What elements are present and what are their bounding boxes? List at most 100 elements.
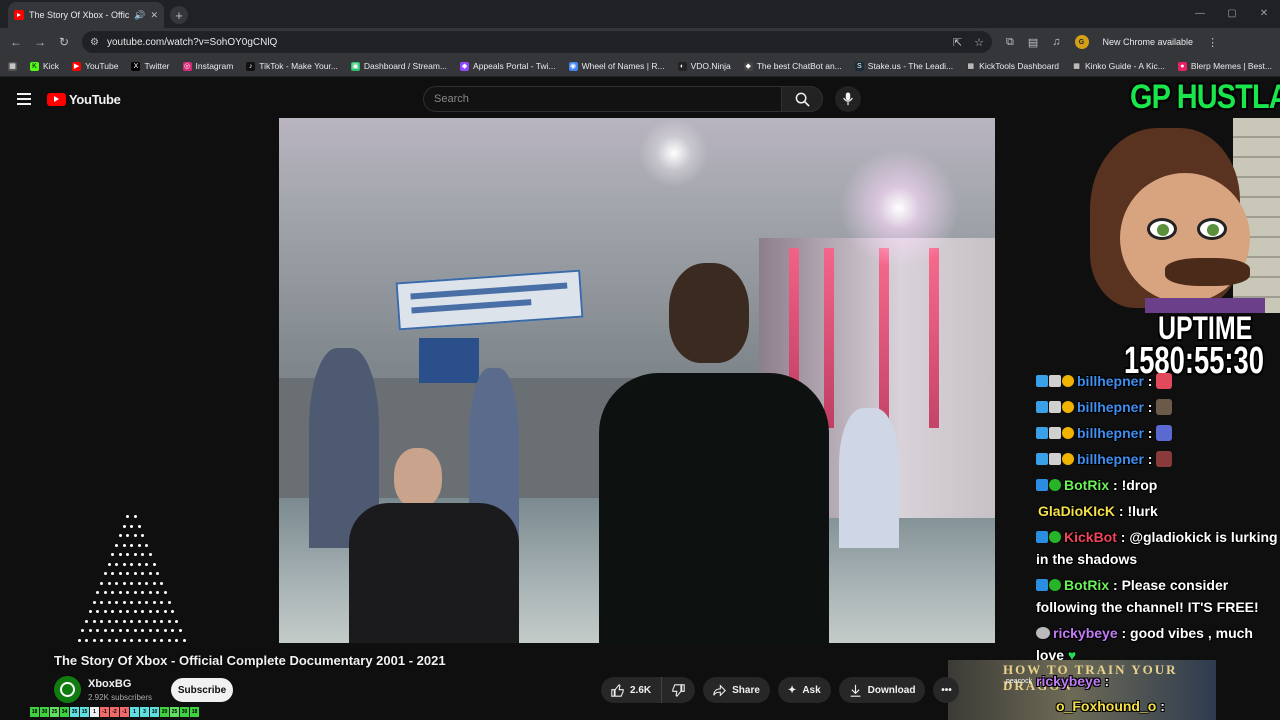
dot [145, 562, 148, 566]
dot [137, 581, 141, 585]
bookmark-label: Dashboard / Stream... [363, 61, 448, 71]
forward-icon[interactable]: → [30, 32, 50, 52]
voice-search-button[interactable] [835, 86, 861, 112]
menu-kebab-icon[interactable]: ⋮ [1207, 36, 1218, 49]
channel-name[interactable]: XboxBG [88, 678, 131, 690]
minimize-icon[interactable]: — [1184, 0, 1216, 26]
chat-message: GlaDioKIcK : !lurk [1036, 500, 1280, 522]
dot [137, 638, 141, 642]
bookmark-instagram[interactable]: ◎ Instagram [182, 61, 233, 71]
youtube-play-icon [47, 92, 66, 106]
bookmark-kicktools[interactable]: ▦ KickTools Dashboard [966, 61, 1059, 71]
search-input[interactable] [423, 86, 781, 112]
chat-text: : [1160, 698, 1165, 714]
dot [96, 610, 100, 613]
bookmark-stake[interactable]: S Stake.us - The Leadi... [854, 61, 953, 71]
dot [130, 581, 133, 585]
bookmark-chatbot[interactable]: ◆ The best ChatBot an... [743, 61, 842, 71]
dislike-button[interactable] [662, 677, 695, 703]
dot [126, 572, 130, 575]
like-count: 2.6K [630, 684, 652, 696]
reading-list-icon[interactable]: ▤ [1028, 36, 1038, 49]
url-text[interactable]: youtube.com/watch?v=SohOY0gCNlQ [107, 37, 945, 48]
dot [148, 610, 152, 613]
bookmark-kick[interactable]: K Kick [30, 61, 59, 71]
dot [100, 619, 103, 623]
reload-icon[interactable]: ↻ [54, 32, 74, 52]
dot [145, 600, 148, 604]
bookmark-vdo[interactable]: ◐ VDO.Ninja [677, 61, 731, 71]
close-window-icon[interactable]: ✕ [1248, 0, 1280, 26]
bookmark-star-icon[interactable]: ☆ [974, 36, 984, 49]
youtube-favicon-icon [14, 10, 24, 20]
profile-avatar[interactable]: G [1074, 35, 1089, 49]
hamburger-menu-icon[interactable] [17, 93, 31, 105]
verified-badge-icon [1049, 479, 1061, 491]
more-actions-button[interactable]: ••• [933, 677, 960, 703]
new-chrome-available[interactable]: New Chrome available [1103, 37, 1194, 47]
dot [152, 619, 156, 623]
miniplayer-brand: peacock [1006, 678, 1033, 685]
bookmark-dashboard[interactable]: ▣ Dashboard / Stream... [350, 61, 448, 71]
chat-text: : [1104, 673, 1110, 689]
bookmark-label: Blerp Memes | Best... [1190, 61, 1272, 71]
color-strip-cell: 25 [50, 707, 59, 717]
share-button[interactable]: Share [703, 677, 770, 703]
bookmark-wheel[interactable]: ◉ Wheel of Names | R... [568, 61, 665, 71]
media-controls-icon[interactable]: ♫ [1052, 36, 1060, 48]
cast-icon[interactable]: ⇱ [953, 36, 962, 49]
subscribe-button[interactable]: Subscribe [171, 678, 233, 702]
video-frame-person [839, 408, 899, 548]
cube-badge-icon [1036, 375, 1048, 387]
search-button[interactable] [781, 86, 823, 112]
new-tab-button[interactable]: + [170, 6, 188, 24]
dot [103, 629, 107, 632]
extensions-icon[interactable]: ⧉ [1006, 36, 1014, 49]
color-strip-cell: 34 [60, 707, 69, 717]
miniplayer-ad[interactable]: HOW TO TRAIN YOUR DRAGON peacock rickybe… [948, 660, 1216, 720]
chat-text: : !lurk [1118, 503, 1158, 519]
emote-icon [1156, 373, 1173, 389]
youtube-logo[interactable]: YouTube [47, 92, 121, 107]
back-icon[interactable]: ← [6, 32, 26, 52]
window-controls: — ▢ ✕ [1184, 0, 1280, 26]
dot [141, 629, 145, 632]
dot [122, 638, 126, 642]
download-button[interactable]: Download [838, 677, 926, 703]
bookmark-appeals[interactable]: ◆ Appeals Portal - Twi... [460, 61, 556, 71]
chat-text: : [1147, 451, 1153, 467]
dot [81, 629, 85, 632]
speaker-icon[interactable]: 🔊 [134, 10, 145, 21]
dot [133, 553, 137, 556]
maximize-icon[interactable]: ▢ [1216, 0, 1248, 26]
bookmark-tiktok[interactable]: ♪ TikTok - Make Your... [246, 61, 338, 71]
dot [118, 553, 122, 556]
bookmark-kinko[interactable]: ▦ Kinko Guide - A Kic... [1072, 61, 1165, 71]
verified-badge-icon [1049, 579, 1061, 591]
dot [133, 572, 137, 575]
moderator-badge-icon [1049, 375, 1061, 387]
like-dislike-group: 2.6K [601, 677, 696, 703]
dot [141, 610, 145, 613]
channel-avatar[interactable] [54, 676, 81, 703]
video-player[interactable] [279, 118, 995, 643]
bookmark-youtube[interactable]: ▶ YouTube [72, 61, 118, 71]
dot [126, 553, 130, 556]
dot [163, 629, 167, 632]
bookmark-blerp[interactable]: ● Blerp Memes | Best... [1177, 61, 1272, 71]
bookmark-twitter[interactable]: X Twitter [131, 61, 170, 71]
video-actions: 2.6K Share ✦ Ask Download ••• [601, 677, 960, 703]
dot [141, 553, 145, 556]
tab-youtube[interactable]: The Story Of Xbox - Official 🔊 ✕ [8, 2, 164, 28]
dot [107, 600, 111, 604]
close-tab-icon[interactable]: ✕ [150, 10, 158, 21]
dot [115, 581, 118, 585]
ask-button[interactable]: ✦ Ask [777, 677, 831, 703]
like-button[interactable]: 2.6K [601, 677, 663, 703]
apps-grid-icon[interactable]: ▦ [8, 61, 17, 71]
site-info-icon[interactable]: ⚙ [90, 37, 99, 48]
color-strip-cell: 1 [90, 707, 99, 717]
address-bar[interactable]: ⚙ youtube.com/watch?v=SohOY0gCNlQ ⇱ ☆ [82, 31, 992, 53]
dot [96, 591, 100, 594]
dot [92, 619, 96, 623]
